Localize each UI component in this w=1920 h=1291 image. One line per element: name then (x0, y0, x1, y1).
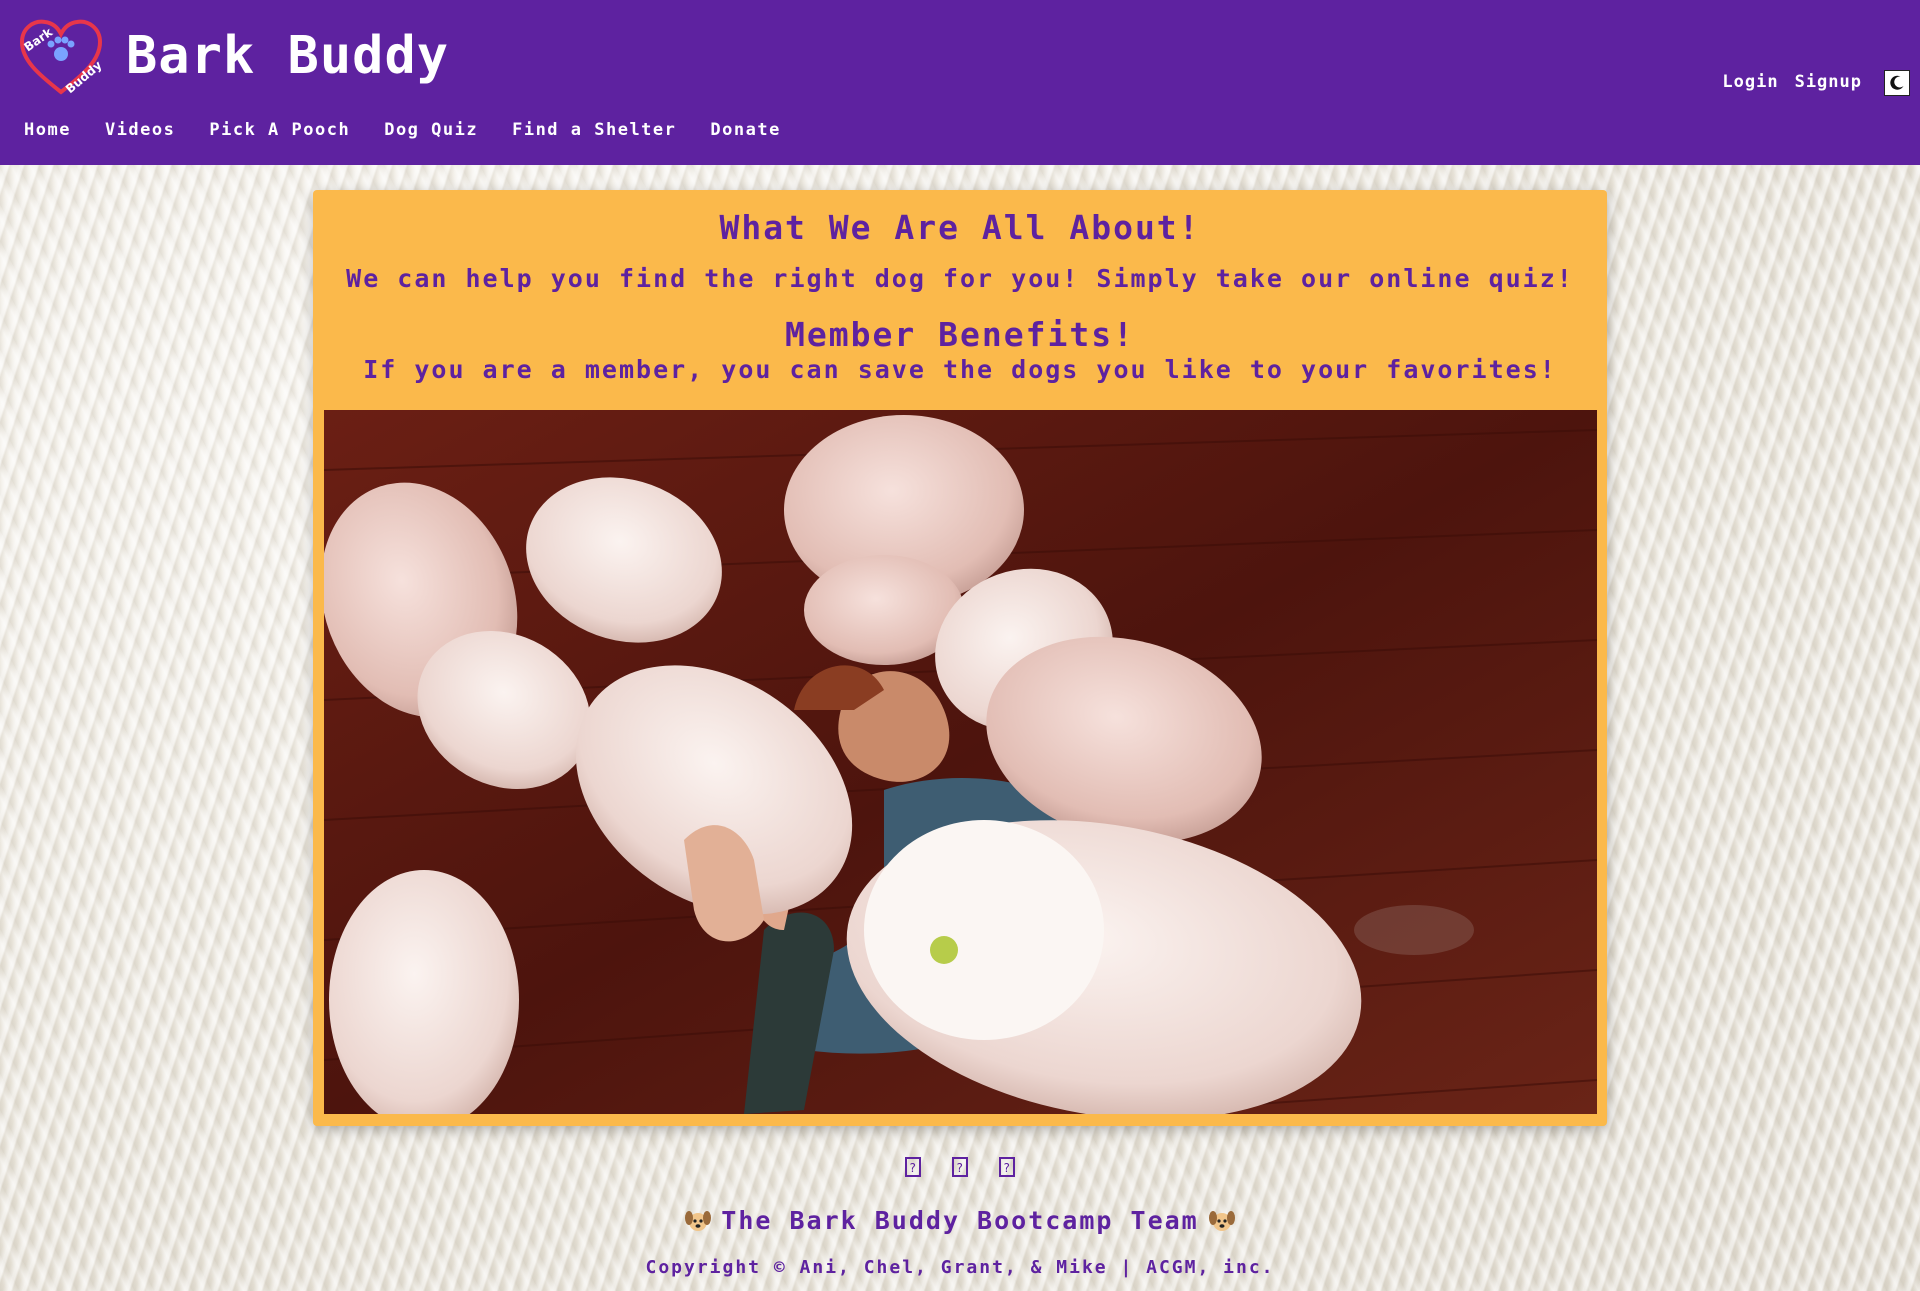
nav-find-a-shelter[interactable]: Find a Shelter (512, 120, 676, 140)
puppies-photo (324, 410, 1597, 1114)
benefits-heading: Member Benefits! (785, 315, 1135, 354)
about-card: What We Are All About! We can help you f… (313, 190, 1607, 1126)
svg-text:?: ? (1003, 1161, 1015, 1175)
auth-links: Login Signup (1722, 72, 1862, 92)
heart-logo-icon: Bark Buddy (19, 19, 105, 96)
nav-dog-quiz[interactable]: Dog Quiz (384, 120, 478, 140)
theme-toggle-button[interactable] (1884, 70, 1910, 96)
copyright: Copyright © Ani, Chel, Grant, & Mike | A… (645, 1257, 1275, 1278)
svg-text:?: ? (956, 1161, 968, 1175)
signup-link[interactable]: Signup (1795, 72, 1862, 92)
nav-pick-a-pooch[interactable]: Pick A Pooch (209, 120, 350, 140)
logo[interactable]: Bark Buddy (18, 18, 105, 98)
logo-text-bottom: Buddy (63, 58, 104, 96)
dog-face-icon (685, 1211, 712, 1231)
dog-face-icon (1208, 1211, 1235, 1231)
puppies-hero-image (324, 410, 1597, 1114)
nav-home[interactable]: Home (24, 120, 71, 140)
site-header: Bark Buddy Bark Buddy Home Videos Pick A… (0, 0, 1920, 165)
login-link[interactable]: Login (1722, 72, 1778, 92)
about-heading: What We Are All About! (719, 208, 1201, 247)
team-credit: The Bark Buddy Bootcamp Team (0, 1206, 1920, 1235)
svg-text:?: ? (909, 1161, 921, 1175)
moon-icon (1890, 75, 1904, 90)
social-links: ? ? ? (0, 1156, 1920, 1184)
linkedin-icon[interactable]: ? (952, 1156, 968, 1184)
team-text: The Bark Buddy Bootcamp Team (721, 1206, 1199, 1235)
main-nav: Home Videos Pick A Pooch Dog Quiz Find a… (24, 120, 815, 140)
about-text: We can help you find the right dog for y… (346, 264, 1574, 293)
site-title: Bark Buddy (126, 26, 450, 86)
email-icon[interactable]: ? (999, 1156, 1016, 1184)
nav-videos[interactable]: Videos (105, 120, 175, 140)
benefits-text: If you are a member, you can save the do… (363, 355, 1557, 384)
github-icon[interactable]: ? (904, 1156, 921, 1184)
nav-donate[interactable]: Donate (710, 120, 780, 140)
